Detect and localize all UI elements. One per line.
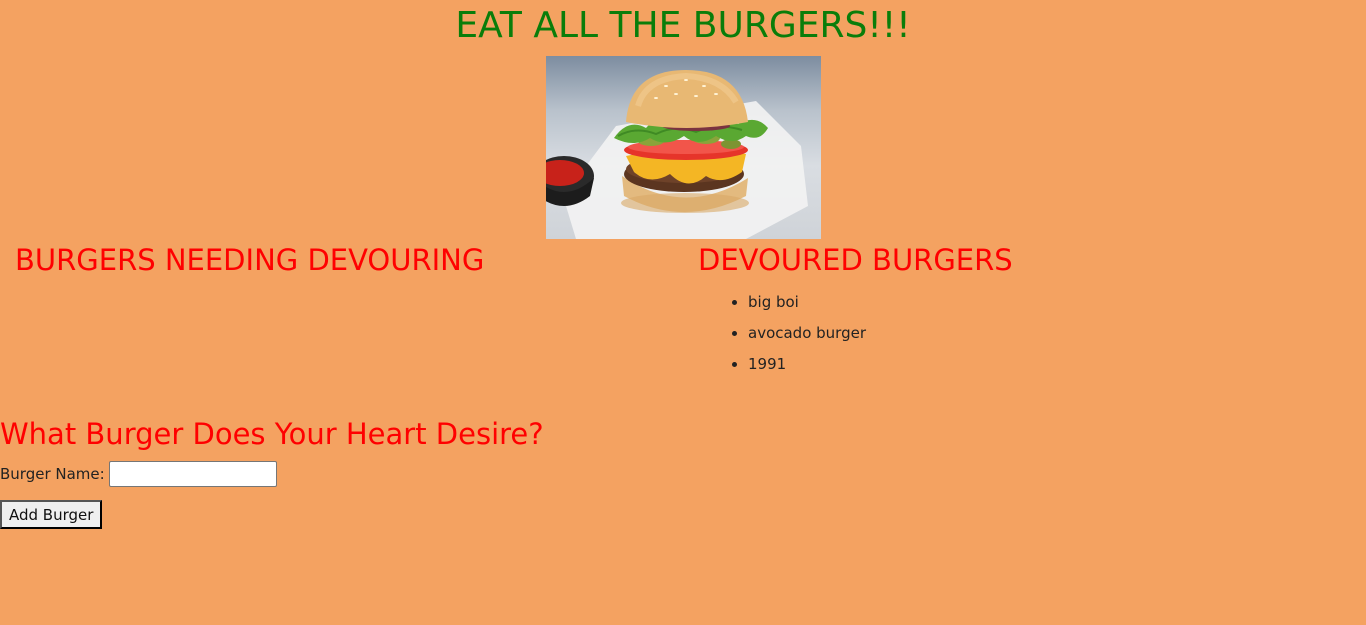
burger-name-input[interactable] xyxy=(108,461,277,487)
devoured-item: avocado burger xyxy=(748,323,1358,343)
add-burger-button[interactable]: Add Burger xyxy=(0,500,103,529)
needing-devouring-heading: BURGERS NEEDING DEVOURING xyxy=(15,243,485,277)
burger-name-label: Burger Name: xyxy=(0,465,105,483)
devoured-item: 1991 xyxy=(748,354,1358,374)
page: EAT ALL THE BURGERS!!! BURGERS NEEDING D… xyxy=(0,0,1366,625)
needing-devouring-column: BURGERS NEEDING DEVOURING xyxy=(15,240,675,296)
devoured-heading: DEVOURED BURGERS xyxy=(698,243,1013,277)
devoured-list: big boi avocado burger 1991 xyxy=(698,292,1358,374)
devoured-column: DEVOURED BURGERS big boi avocado burger … xyxy=(698,240,1358,382)
burger-name-row: Burger Name: xyxy=(0,459,277,489)
form-heading: What Burger Does Your Heart Desire? xyxy=(0,417,544,451)
burger-photo-icon xyxy=(546,70,808,239)
page-title: EAT ALL THE BURGERS!!! xyxy=(455,5,911,46)
devoured-item: big boi xyxy=(748,292,1358,312)
burger-image xyxy=(546,56,821,239)
